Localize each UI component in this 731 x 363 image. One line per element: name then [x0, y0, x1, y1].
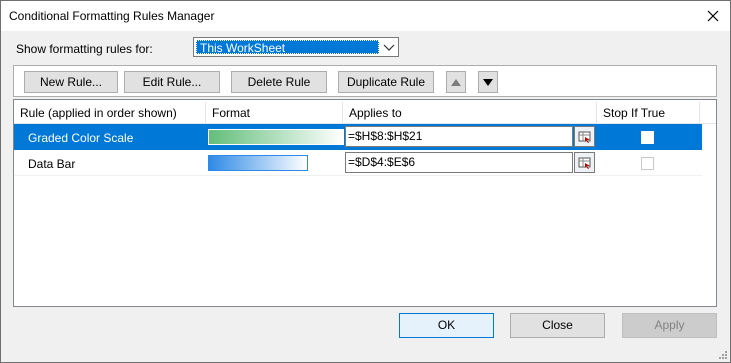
- resize-grip-icon[interactable]: [718, 350, 728, 360]
- range-select-button[interactable]: [574, 152, 595, 173]
- edit-rule-button[interactable]: Edit Rule...: [124, 71, 220, 93]
- close-button[interactable]: Close: [510, 313, 605, 338]
- triangle-down-icon: [483, 79, 493, 86]
- chevron-down-icon: [383, 44, 395, 51]
- rule-name: Data Bar: [28, 157, 76, 171]
- rule-row[interactable]: Graded Color Scale =$H$8:$H$21: [14, 124, 702, 150]
- rules-toolbar: New Rule... Edit Rule... Delete Rule Dup…: [13, 65, 717, 97]
- show-rules-label: Show formatting rules for:: [16, 42, 153, 56]
- stop-if-true-checkbox[interactable]: [641, 131, 654, 144]
- column-header-format[interactable]: Format: [206, 102, 343, 124]
- rules-list: Rule (applied in order shown) Format App…: [13, 99, 717, 307]
- applies-to-input[interactable]: =$H$8:$H$21: [345, 126, 573, 147]
- rules-scope-dropdown[interactable]: This WorkSheet: [193, 37, 399, 57]
- data-bar-preview: [208, 155, 308, 171]
- row-divider: [14, 175, 702, 176]
- move-down-button[interactable]: [478, 71, 498, 93]
- rule-name: Graded Color Scale: [28, 131, 134, 145]
- range-picker-icon: [578, 157, 591, 169]
- applies-to-input[interactable]: =$D$4:$E$6: [345, 152, 573, 173]
- title-bar: Conditional Formatting Rules Manager: [1, 1, 730, 31]
- move-up-button[interactable]: [446, 71, 466, 93]
- column-header-applies-to[interactable]: Applies to: [343, 102, 597, 124]
- close-window-button[interactable]: [702, 5, 724, 27]
- rules-manager-dialog: Conditional Formatting Rules Manager Sho…: [0, 0, 731, 363]
- window-title: Conditional Formatting Rules Manager: [9, 9, 215, 23]
- apply-button[interactable]: Apply: [622, 313, 717, 338]
- duplicate-rule-button[interactable]: Duplicate Rule: [338, 71, 434, 93]
- range-select-button[interactable]: [574, 126, 595, 147]
- stop-if-true-checkbox[interactable]: [641, 157, 654, 170]
- column-header-rule[interactable]: Rule (applied in order shown): [14, 102, 206, 124]
- new-rule-button[interactable]: New Rule...: [24, 71, 118, 93]
- rule-row[interactable]: Data Bar =$D$4:$E$6: [14, 150, 702, 176]
- close-icon: [707, 10, 719, 22]
- column-header-stop-if-true[interactable]: Stop If True: [597, 102, 700, 124]
- triangle-up-icon: [451, 79, 461, 86]
- delete-rule-button[interactable]: Delete Rule: [231, 71, 327, 93]
- ok-button[interactable]: OK: [399, 313, 494, 338]
- rules-scope-value: This WorkSheet: [196, 40, 379, 55]
- range-picker-icon: [578, 131, 591, 143]
- color-scale-preview: [208, 129, 344, 145]
